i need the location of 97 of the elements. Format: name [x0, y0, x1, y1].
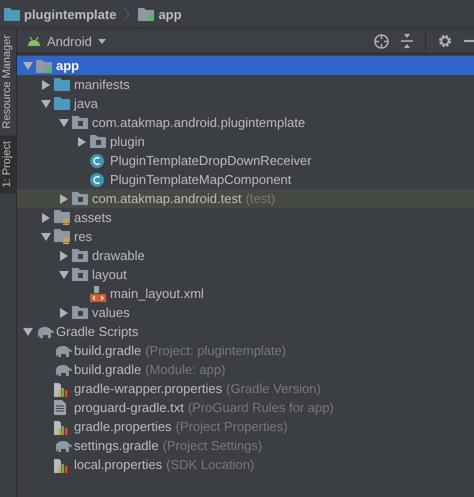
folder-icon [4, 7, 20, 21]
locate-icon[interactable] [374, 34, 389, 48]
chevron-icon [124, 7, 130, 21]
tree-item[interactable]: gradle-wrapper.properties (Gradle Version) [17, 379, 474, 398]
item-label: local.properties [74, 457, 162, 472]
collapsed-arrow-icon[interactable] [60, 194, 68, 204]
item-label: build.gradle [74, 362, 142, 377]
tree-item[interactable]: drawable [17, 246, 474, 265]
item-label: com.atakmap.android.plugintemplate [92, 115, 306, 130]
resource-folder-icon [54, 210, 70, 225]
tree-item[interactable]: proguard-gradle.txt (ProGuard Rules for app) [17, 398, 474, 417]
breadcrumb-item[interactable]: app [158, 6, 182, 22]
item-label: PluginTemplateDropDownReceiver [110, 153, 312, 168]
module-folder-icon [138, 7, 154, 21]
item-label: values [92, 305, 130, 320]
collapse-all-icon[interactable] [401, 34, 413, 48]
tree-item[interactable]: java [17, 94, 474, 113]
layout-file-icon [90, 286, 106, 302]
tree-item[interactable]: build.gradle (Module: app) [17, 360, 474, 379]
collapsed-arrow-icon[interactable] [60, 250, 68, 260]
class-icon [90, 172, 104, 186]
tree-item[interactable]: build.gradle (Project: plugintemplate) [17, 341, 474, 360]
elephant-icon [54, 440, 72, 452]
expanded-arrow-icon[interactable] [22, 328, 32, 336]
breadcrumb-item[interactable]: plugintemplate [24, 6, 116, 22]
item-label: gradle-wrapper.properties [74, 381, 222, 396]
collapsed-arrow-icon[interactable] [78, 136, 86, 146]
package-folder-icon [72, 249, 88, 262]
item-note: (ProGuard Rules for app) [188, 400, 334, 415]
expanded-arrow-icon[interactable] [22, 62, 32, 70]
item-note: (Project Settings) [162, 438, 262, 453]
tree-item[interactable]: assets [17, 208, 474, 227]
package-folder-icon [90, 135, 106, 148]
tree-item[interactable]: com.atakmap.android.plugintemplate [17, 113, 474, 132]
elephant-icon [36, 326, 54, 338]
settings-icon[interactable] [438, 34, 452, 48]
tree-item[interactable]: res [17, 227, 474, 246]
item-label: proguard-gradle.txt [74, 400, 184, 415]
package-folder-icon [72, 116, 88, 129]
android-icon [27, 36, 41, 46]
item-label: PluginTemplateMapComponent [110, 172, 292, 187]
tree-item[interactable]: layout [17, 265, 474, 284]
text-file-icon [54, 400, 66, 415]
item-label: res [74, 229, 92, 244]
folder-icon [54, 78, 70, 91]
item-note: (Gradle Version) [226, 381, 321, 396]
dropdown-arrow-icon [98, 38, 106, 44]
tree-item[interactable]: PluginTemplateDropDownReceiver [17, 151, 474, 170]
item-label: app [56, 58, 80, 73]
resource-folder-icon [54, 229, 70, 244]
item-note: (SDK Location) [166, 457, 254, 472]
item-label: com.atakmap.android.test [92, 191, 242, 206]
collapsed-arrow-icon[interactable] [60, 308, 68, 318]
item-label: layout [92, 267, 127, 282]
expanded-arrow-icon[interactable] [58, 118, 68, 126]
item-label: manifests [74, 77, 130, 92]
item-note: (Project: plugintemplate) [145, 343, 286, 358]
tree-item[interactable]: PluginTemplateMapComponent [17, 170, 474, 189]
module-folder-icon [36, 58, 52, 72]
tree-item[interactable]: local.properties (SDK Location) [17, 455, 474, 474]
tree-item[interactable]: settings.gradle (Project Settings) [17, 436, 474, 455]
properties-file-icon [54, 418, 69, 434]
class-icon [90, 154, 104, 168]
tree-item[interactable]: values [17, 303, 474, 322]
item-label: main_layout.xml [110, 286, 204, 301]
package-folder-icon [72, 192, 88, 205]
collapsed-arrow-icon[interactable] [42, 80, 50, 90]
item-label: java [74, 96, 98, 111]
properties-file-icon [54, 380, 69, 396]
expanded-arrow-icon[interactable] [40, 232, 50, 240]
side-tab[interactable]: 1: Project [0, 134, 16, 194]
elephant-icon [54, 364, 72, 376]
item-label: plugin [110, 134, 145, 149]
properties-file-icon [54, 456, 69, 472]
package-folder-icon [72, 268, 88, 281]
item-label: settings.gradle [74, 438, 159, 453]
folder-icon [54, 97, 70, 110]
item-note: (Project Properties) [176, 419, 288, 434]
expanded-arrow-icon[interactable] [40, 100, 50, 108]
package-folder-icon [72, 306, 88, 319]
collapsed-arrow-icon[interactable] [42, 212, 50, 222]
tree-item[interactable]: app [17, 56, 474, 75]
tree-item[interactable]: Gradle Scripts [17, 322, 474, 341]
tree-item[interactable]: gradle.properties (Project Properties) [17, 417, 474, 436]
item-label: gradle.properties [74, 419, 172, 434]
item-label: Gradle Scripts [56, 324, 138, 339]
view-dropdown[interactable]: Android [27, 34, 106, 48]
elephant-icon [54, 344, 72, 356]
side-tab[interactable]: Resource Manager [0, 29, 16, 135]
tree-item[interactable]: main_layout.xml [17, 284, 474, 303]
tree-item[interactable]: plugin [17, 132, 474, 151]
item-label: drawable [92, 248, 145, 263]
expanded-arrow-icon[interactable] [58, 270, 68, 278]
item-label: build.gradle [74, 343, 142, 358]
item-note: (Module: app) [145, 362, 226, 377]
item-label: assets [74, 210, 112, 225]
tree-item[interactable]: manifests [17, 75, 474, 94]
